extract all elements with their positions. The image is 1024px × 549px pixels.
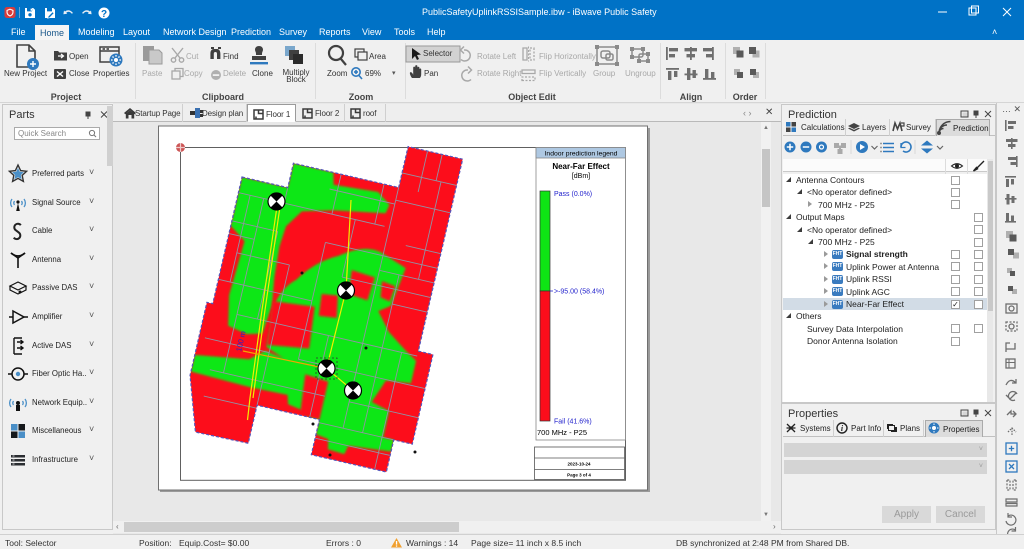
svg-text:700 MHz - P25: 700 MHz - P25 [537,428,587,437]
svg-text:Page 3 of 4: Page 3 of 4 [567,473,591,478]
svg-text:?: ? [101,9,107,20]
svg-text:i: i [841,424,844,433]
svg-text:Indoor prediction legend: Indoor prediction legend [545,151,618,158]
svg-text:2023-10-24: 2023-10-24 [567,462,591,467]
svg-text:Fail (41.6%): Fail (41.6%) [554,419,592,426]
svg-text:Near-Far Effect: Near-Far Effect [552,162,610,171]
svg-text:Pass (0.0%): Pass (0.0%) [554,191,592,198]
svg-text:>-95.00 (58.4%): >-95.00 (58.4%) [554,289,604,296]
svg-text:[dBm]: [dBm] [572,173,590,180]
